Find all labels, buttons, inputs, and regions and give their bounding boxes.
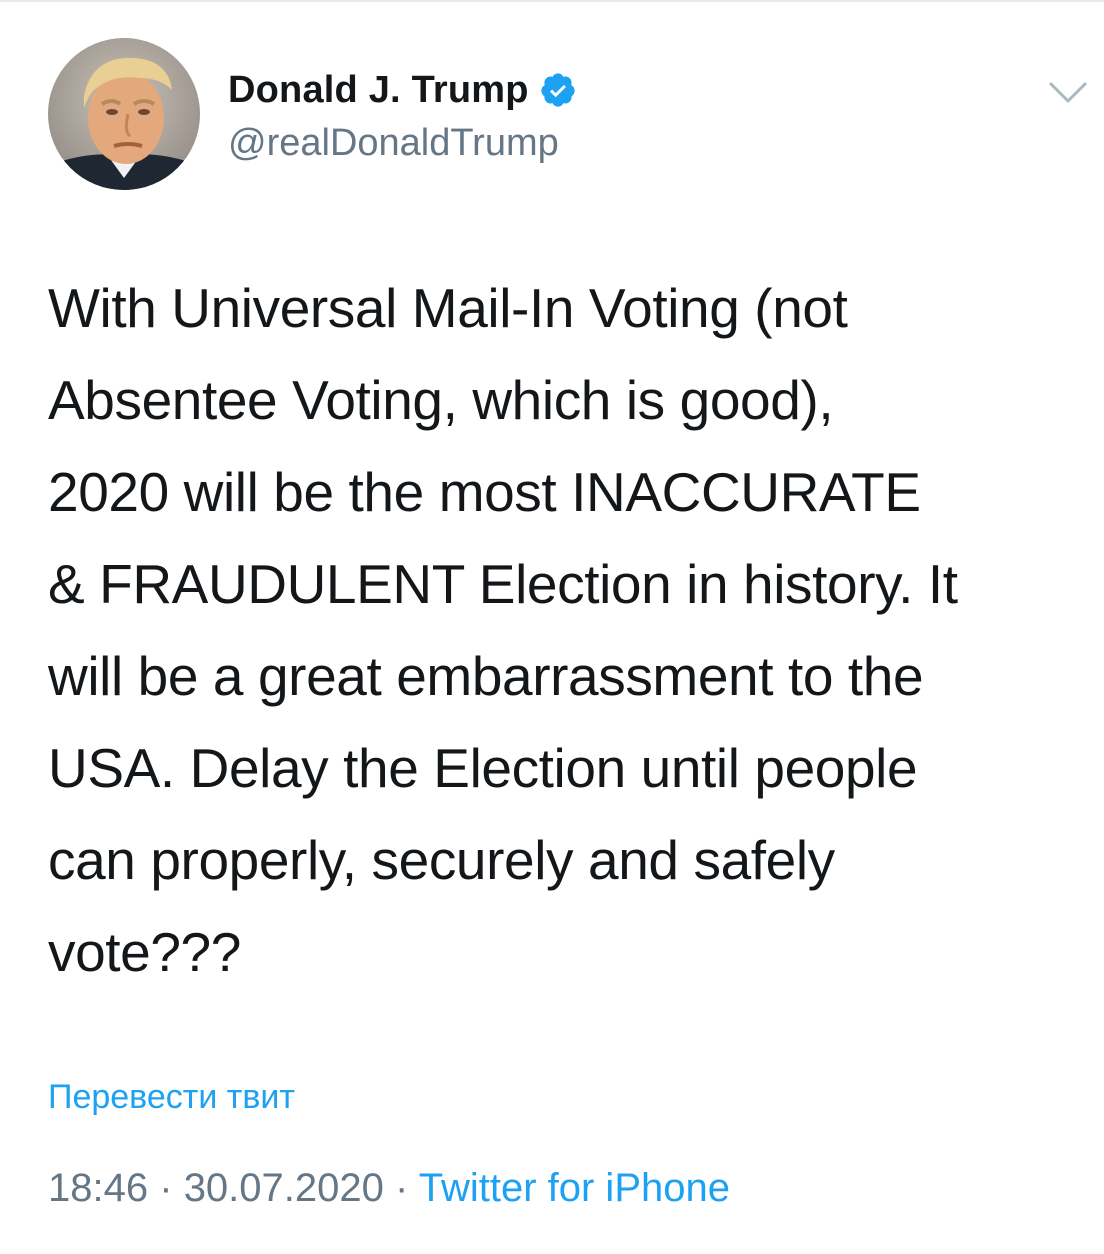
tweet-text-line: vote??? [48,921,241,983]
author-handle[interactable]: @realDonaldTrump [228,122,577,165]
author-block[interactable]: Donald J. Trump @realDonaldTrump [228,68,577,165]
tweet-text-line: Absentee Voting, which is good), [48,369,834,431]
translate-tweet-link[interactable]: Перевести твит [48,1078,295,1117]
tweet-text-line: & FRAUDULENT Election in history. It [48,553,958,615]
tweet-text-line: 2020 will be the most INACCURATE [48,461,921,523]
meta-separator: · [395,1166,409,1210]
verified-badge-icon [539,71,577,109]
tweet-text-line: will be a great embarrassment to the [48,645,924,707]
meta-separator: · [159,1166,173,1210]
chevron-down-icon[interactable] [1048,80,1088,106]
tweet-meta: 18:46 · 30.07.2020 · Twitter for iPhone [48,1166,730,1211]
tweet-time: 18:46 [48,1166,149,1210]
tweet-text-line: can properly, securely and safely [48,829,835,891]
tweet-date: 30.07.2020 [183,1166,384,1210]
author-display-name[interactable]: Donald J. Trump [228,69,529,112]
tweet-card: Donald J. Trump @realDonaldTrump With Un… [0,0,1104,1254]
name-row: Donald J. Trump [228,68,577,112]
tweet-text: With Universal Mail-In Voting (not Absen… [48,262,1088,998]
tweet-source-link[interactable]: Twitter for iPhone [419,1166,730,1210]
avatar-image [48,38,200,190]
tweet-text-line: USA. Delay the Election until people [48,737,918,799]
tweet-text-line: With Universal Mail-In Voting (not [48,277,848,339]
avatar[interactable] [48,38,200,190]
tweet-header: Donald J. Trump @realDonaldTrump [48,38,1088,194]
